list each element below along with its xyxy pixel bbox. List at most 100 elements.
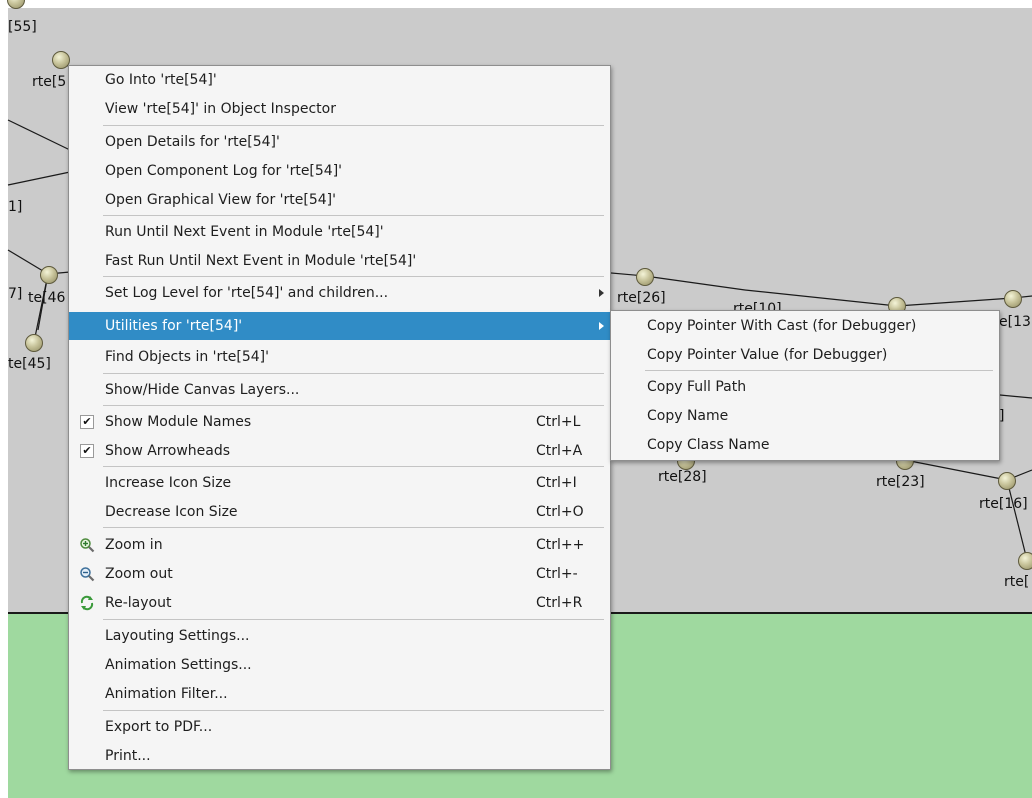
menu-item-label: Find Objects in 'rte[54]' bbox=[105, 349, 269, 365]
menu-item-open-graphical-view[interactable]: Open Graphical View for 'rte[54]' bbox=[69, 186, 610, 214]
node-rte13[interactable] bbox=[1004, 290, 1022, 308]
menu-separator bbox=[103, 527, 604, 528]
node-label: rte[26] bbox=[617, 290, 666, 306]
submenu-arrow-icon bbox=[599, 322, 604, 330]
menu-separator bbox=[103, 710, 604, 711]
submenu-item-copy-class-name[interactable]: Copy Class Name bbox=[611, 431, 999, 459]
menu-item-zoom-out[interactable]: Zoom out Ctrl+- bbox=[69, 560, 610, 588]
menu-item-label: Go Into 'rte[54]' bbox=[105, 72, 217, 88]
menu-item-label: Decrease Icon Size bbox=[105, 504, 238, 520]
menu-item-relayout[interactable]: Re-layout Ctrl+R bbox=[69, 589, 610, 617]
menu-item-label: Copy Pointer With Cast (for Debugger) bbox=[647, 318, 917, 334]
menu-shortcut: Ctrl+A bbox=[536, 443, 583, 459]
menu-shortcut: Ctrl+I bbox=[536, 475, 577, 491]
menu-item-label: Layouting Settings... bbox=[105, 628, 250, 644]
menu-item-label: Increase Icon Size bbox=[105, 475, 232, 491]
menu-shortcut: Ctrl+- bbox=[536, 566, 578, 582]
menu-item-go-into[interactable]: Go Into 'rte[54]' bbox=[69, 66, 610, 94]
menu-item-label: Set Log Level for 'rte[54]' and children… bbox=[105, 285, 389, 301]
node-rte-partial[interactable] bbox=[1018, 552, 1032, 570]
menu-item-label: Re-layout bbox=[105, 595, 172, 611]
submenu-arrow-icon bbox=[599, 289, 604, 297]
node-label: e[13 bbox=[999, 314, 1031, 330]
menu-item-view-in-inspector[interactable]: View 'rte[54]' in Object Inspector bbox=[69, 95, 610, 123]
checkbox-checked-icon[interactable]: ✔ bbox=[80, 415, 94, 429]
menu-item-layouting-settings[interactable]: Layouting Settings... bbox=[69, 622, 610, 650]
menu-item-decrease-icon-size[interactable]: Decrease Icon Size Ctrl+O bbox=[69, 498, 610, 526]
node-label: 7] bbox=[8, 286, 23, 302]
zoom-in-icon bbox=[80, 538, 95, 553]
menu-item-show-hide-layers[interactable]: Show/Hide Canvas Layers... bbox=[69, 376, 610, 404]
submenu-item-copy-name[interactable]: Copy Name bbox=[611, 402, 999, 430]
node-label: 1] bbox=[8, 199, 23, 215]
node-rte45[interactable] bbox=[25, 334, 43, 352]
node-rte46[interactable] bbox=[40, 266, 58, 284]
menu-item-label: Show Arrowheads bbox=[105, 443, 231, 459]
submenu-item-copy-pointer-with-cast[interactable]: Copy Pointer With Cast (for Debugger) bbox=[611, 312, 999, 340]
menu-item-label: Zoom out bbox=[105, 566, 173, 582]
menu-item-zoom-in[interactable]: Zoom in Ctrl++ bbox=[69, 531, 610, 559]
menu-shortcut: Ctrl+R bbox=[536, 595, 583, 611]
submenu-item-copy-pointer-value[interactable]: Copy Pointer Value (for Debugger) bbox=[611, 341, 999, 369]
node-rte16[interactable] bbox=[998, 472, 1016, 490]
zoom-out-icon bbox=[80, 567, 95, 582]
menu-item-label: Copy Pointer Value (for Debugger) bbox=[647, 347, 888, 363]
menu-item-label: Open Component Log for 'rte[54]' bbox=[105, 163, 343, 179]
menu-shortcut: Ctrl++ bbox=[536, 537, 585, 553]
menu-item-label: Copy Name bbox=[647, 408, 729, 424]
menu-item-utilities[interactable]: Utilities for 'rte[54]' bbox=[69, 312, 610, 340]
menu-item-label: Copy Class Name bbox=[647, 437, 770, 453]
menu-item-label: Print... bbox=[105, 748, 151, 764]
menu-item-label: Open Details for 'rte[54]' bbox=[105, 134, 280, 150]
menu-item-label: Animation Filter... bbox=[105, 686, 228, 702]
menu-item-label: Show/Hide Canvas Layers... bbox=[105, 382, 300, 398]
menu-separator bbox=[103, 276, 604, 277]
relayout-icon bbox=[80, 595, 94, 611]
node-label: rte[10] bbox=[733, 301, 782, 310]
menu-separator bbox=[103, 619, 604, 620]
menu-item-open-component-log[interactable]: Open Component Log for 'rte[54]' bbox=[69, 157, 610, 185]
menu-item-animation-settings[interactable]: Animation Settings... bbox=[69, 651, 610, 679]
context-menu: Go Into 'rte[54]' View 'rte[54]' in Obje… bbox=[68, 65, 611, 770]
menu-item-find-objects[interactable]: Find Objects in 'rte[54]' bbox=[69, 343, 610, 371]
menu-item-animation-filter[interactable]: Animation Filter... bbox=[69, 680, 610, 708]
node-label: rte[16] bbox=[979, 496, 1028, 512]
menu-item-increase-icon-size[interactable]: Increase Icon Size Ctrl+I bbox=[69, 469, 610, 497]
menu-item-label: Export to PDF... bbox=[105, 719, 213, 735]
menu-separator bbox=[645, 370, 993, 371]
node-label: te[46 bbox=[28, 290, 66, 306]
node-label: rte[23] bbox=[876, 474, 925, 490]
menu-separator bbox=[103, 125, 604, 126]
node-label: rte[28] bbox=[658, 469, 707, 485]
menu-separator bbox=[103, 373, 604, 374]
menu-item-fast-run-until-next-event[interactable]: Fast Run Until Next Event in Module 'rte… bbox=[69, 247, 610, 275]
menu-item-label: Show Module Names bbox=[105, 414, 252, 430]
submenu-item-copy-full-path[interactable]: Copy Full Path bbox=[611, 373, 999, 401]
menu-item-print[interactable]: Print... bbox=[69, 742, 610, 770]
menu-item-label: Fast Run Until Next Event in Module 'rte… bbox=[105, 253, 417, 269]
node-label: rte[5 bbox=[32, 74, 67, 90]
node-label: te[45] bbox=[8, 356, 51, 372]
checkbox-checked-icon[interactable]: ✔ bbox=[80, 444, 94, 458]
node-label: [55] bbox=[8, 19, 37, 35]
menu-item-export-pdf[interactable]: Export to PDF... bbox=[69, 713, 610, 741]
utilities-submenu: Copy Pointer With Cast (for Debugger) Co… bbox=[610, 310, 1000, 461]
menu-item-open-details[interactable]: Open Details for 'rte[54]' bbox=[69, 128, 610, 156]
node-rte26[interactable] bbox=[636, 268, 654, 286]
menu-item-label: View 'rte[54]' in Object Inspector bbox=[105, 101, 336, 117]
menu-item-show-module-names[interactable]: ✔ Show Module Names Ctrl+L bbox=[69, 408, 610, 436]
menu-shortcut: Ctrl+L bbox=[536, 414, 581, 430]
menu-item-label: Animation Settings... bbox=[105, 657, 252, 673]
menu-item-set-log-level[interactable]: Set Log Level for 'rte[54]' and children… bbox=[69, 279, 610, 307]
menu-item-label: Zoom in bbox=[105, 537, 163, 553]
menu-separator bbox=[103, 215, 604, 216]
node-label: rte[ bbox=[1004, 574, 1030, 590]
menu-shortcut: Ctrl+O bbox=[536, 504, 584, 520]
menu-item-show-arrowheads[interactable]: ✔ Show Arrowheads Ctrl+A bbox=[69, 437, 610, 465]
menu-item-run-until-next-event[interactable]: Run Until Next Event in Module 'rte[54]' bbox=[69, 218, 610, 246]
menu-item-label: Utilities for 'rte[54]' bbox=[105, 318, 243, 334]
menu-item-label: Run Until Next Event in Module 'rte[54]' bbox=[105, 224, 384, 240]
menu-separator bbox=[103, 466, 604, 467]
menu-separator bbox=[103, 405, 604, 406]
menu-item-label: Copy Full Path bbox=[647, 379, 747, 395]
